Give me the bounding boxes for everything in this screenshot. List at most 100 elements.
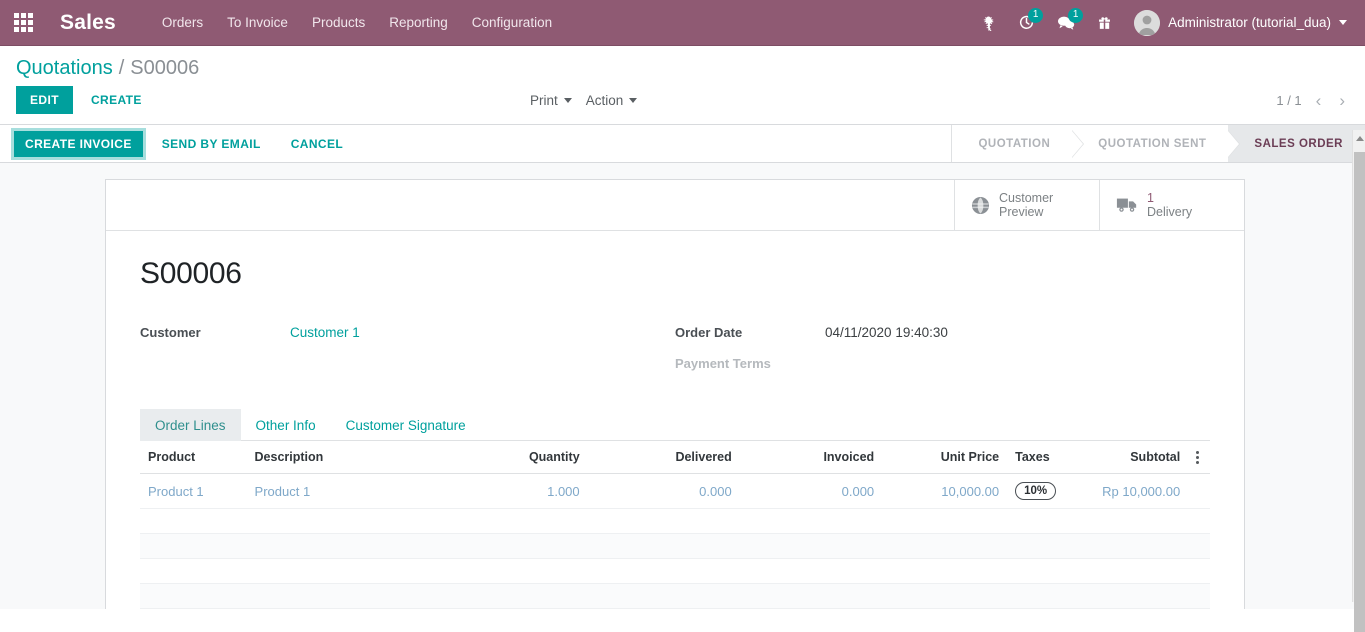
stat-buttons-row: Customer Preview 1 D — [106, 180, 1244, 231]
create-button[interactable]: CREATE — [79, 86, 154, 114]
delivery-label: 1 Delivery — [1147, 191, 1192, 219]
column-header-product[interactable]: Product — [140, 441, 247, 474]
user-menu[interactable]: Administrator (tutorial_dua) — [1124, 0, 1355, 46]
gift-icon[interactable] — [1087, 0, 1122, 46]
order-lines-header: Product Description Quantity Delivered I… — [140, 441, 1210, 474]
column-header-delivered[interactable]: Delivered — [588, 441, 740, 474]
breadcrumb: Quotations / S00006 — [0, 46, 1365, 82]
top-navbar: Sales Orders To Invoice Products Reporti… — [0, 0, 1365, 46]
fields-grid: Customer Customer 1 Order Date 04/11/202… — [140, 325, 1210, 387]
menu-item-orders[interactable]: Orders — [150, 2, 215, 43]
truck-icon — [1116, 196, 1138, 214]
scrollbar-thumb[interactable] — [1354, 152, 1365, 632]
pager: 1 / 1 ‹ › — [1276, 92, 1349, 109]
cell-empty — [140, 509, 1210, 534]
table-row-empty — [140, 534, 1210, 559]
cell-quantity[interactable]: 1.000 — [445, 474, 587, 509]
cell-delivered[interactable]: 0.000 — [588, 474, 740, 509]
cell-description[interactable]: Product 1 — [247, 474, 446, 509]
avatar — [1134, 10, 1160, 36]
cell-spacer — [1188, 474, 1210, 509]
app-brand-sales[interactable]: Sales — [46, 11, 130, 35]
order-lines-table: Product Description Quantity Delivered I… — [140, 441, 1210, 609]
control-panel: Quotations / S00006 EDIT CREATE Print Ac… — [0, 46, 1365, 125]
customer-preview-line2: Preview — [999, 205, 1043, 219]
delivery-count: 1 — [1147, 191, 1154, 205]
cell-empty — [140, 559, 1210, 584]
cell-invoiced[interactable]: 0.000 — [740, 474, 882, 509]
control-panel-dropdowns: Print Action — [530, 93, 637, 108]
field-order-date-label: Order Date — [675, 325, 825, 340]
customer-preview-stat-button[interactable]: Customer Preview — [954, 180, 1099, 230]
breadcrumb-current-record: S00006 — [130, 57, 199, 80]
customer-preview-line1: Customer — [999, 191, 1053, 205]
field-order-date-value[interactable]: 04/11/2020 19:40:30 — [825, 325, 948, 340]
vertical-dots-icon — [1196, 451, 1199, 464]
table-row-empty — [140, 509, 1210, 534]
chevron-down-icon — [629, 98, 637, 103]
notebook-tabs: Order Lines Other Info Customer Signatur… — [140, 409, 1210, 441]
apps-grid-icon — [14, 13, 33, 32]
table-row[interactable]: Product 1 Product 1 1.000 0.000 0.000 10… — [140, 474, 1210, 509]
cell-unit-price[interactable]: 10,000.00 — [882, 474, 1007, 509]
field-payment-terms: Payment Terms — [675, 356, 1210, 371]
menu-item-reporting[interactable]: Reporting — [377, 2, 460, 43]
fields-left-column: Customer Customer 1 — [140, 325, 675, 387]
stage-quotation-sent[interactable]: QUOTATION SENT — [1072, 125, 1228, 162]
column-header-description[interactable]: Description — [247, 441, 446, 474]
column-header-unit-price[interactable]: Unit Price — [882, 441, 1007, 474]
print-label: Print — [530, 93, 558, 108]
pager-next-button[interactable]: › — [1335, 92, 1349, 109]
column-header-invoiced[interactable]: Invoiced — [740, 441, 882, 474]
breadcrumb-quotations-link[interactable]: Quotations — [16, 57, 113, 80]
column-header-subtotal[interactable]: Subtotal — [1094, 441, 1188, 474]
create-invoice-button[interactable]: CREATE INVOICE — [14, 131, 143, 157]
menu-item-to-invoice[interactable]: To Invoice — [215, 2, 300, 43]
column-header-taxes[interactable]: Taxes — [1007, 441, 1094, 474]
chevron-down-icon — [564, 98, 572, 103]
tab-order-lines[interactable]: Order Lines — [140, 409, 241, 441]
messages-icon[interactable]: 1 — [1047, 0, 1085, 46]
optional-columns-toggle[interactable] — [1188, 441, 1210, 474]
print-dropdown[interactable]: Print — [530, 93, 572, 108]
send-by-email-button[interactable]: SEND BY EMAIL — [151, 131, 272, 157]
bug-icon[interactable] — [971, 0, 1006, 46]
pager-previous-button[interactable]: ‹ — [1312, 92, 1326, 109]
tab-customer-signature[interactable]: Customer Signature — [331, 409, 481, 441]
stage-statusbar: QUOTATION QUOTATION SENT SALES ORDER — [951, 125, 1365, 162]
activity-count-badge: 1 — [1028, 8, 1043, 23]
cancel-button[interactable]: CANCEL — [280, 131, 354, 157]
main-menu: Orders To Invoice Products Reporting Con… — [150, 2, 564, 43]
form-body: S00006 Customer Customer 1 Order Date 04… — [106, 231, 1244, 609]
systray: 1 1 Administrator (t — [971, 0, 1355, 46]
breadcrumb-separator: / — [119, 57, 125, 80]
scroll-up-button[interactable] — [1353, 130, 1365, 146]
column-header-quantity[interactable]: Quantity — [445, 441, 587, 474]
pager-counter: 1 / 1 — [1276, 93, 1301, 108]
delivery-stat-button[interactable]: 1 Delivery — [1099, 180, 1244, 230]
field-customer-value[interactable]: Customer 1 — [290, 325, 360, 340]
cell-product[interactable]: Product 1 — [140, 474, 247, 509]
cell-subtotal[interactable]: Rp 10,000.00 — [1094, 474, 1188, 509]
stage-sales-order[interactable]: SALES ORDER — [1228, 125, 1365, 162]
form-statusbar-row: CREATE INVOICE SEND BY EMAIL CANCEL QUOT… — [0, 125, 1365, 163]
fields-right-column: Order Date 04/11/2020 19:40:30 Payment T… — [675, 325, 1210, 387]
chevron-down-icon — [1339, 20, 1347, 25]
scrollbar-track[interactable] — [1352, 130, 1365, 602]
edit-button[interactable]: EDIT — [16, 86, 73, 114]
table-header-row: Product Description Quantity Delivered I… — [140, 441, 1210, 474]
delivery-line2: Delivery — [1147, 205, 1192, 219]
menu-item-products[interactable]: Products — [300, 2, 377, 43]
vertical-scrollbar[interactable] — [1352, 130, 1365, 602]
cell-taxes[interactable]: 10% — [1007, 474, 1094, 509]
stage-quotation[interactable]: QUOTATION — [952, 125, 1072, 162]
activity-clock-icon[interactable]: 1 — [1008, 0, 1045, 46]
order-lines-body: Product 1 Product 1 1.000 0.000 0.000 10… — [140, 474, 1210, 609]
menu-item-configuration[interactable]: Configuration — [460, 2, 564, 43]
action-dropdown[interactable]: Action — [586, 93, 638, 108]
tab-other-info[interactable]: Other Info — [241, 409, 331, 441]
field-customer: Customer Customer 1 — [140, 325, 675, 340]
apps-menu-button[interactable] — [0, 0, 46, 46]
control-panel-buttons: EDIT CREATE Print Action 1 / 1 ‹ › — [0, 82, 1365, 124]
action-label: Action — [586, 93, 624, 108]
